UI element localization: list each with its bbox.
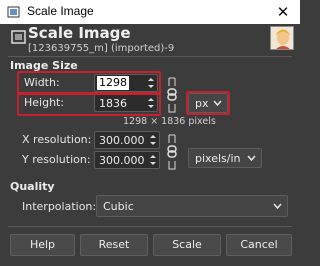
- close-icon[interactable]: ✕: [266, 0, 300, 24]
- cancel-button[interactable]: Cancel: [226, 234, 292, 256]
- quality-heading: Quality: [10, 180, 55, 193]
- x-resolution-input[interactable]: 300.000: [94, 131, 160, 149]
- interpolation-select[interactable]: Cubic: [96, 195, 288, 217]
- gimp-icon: [7, 6, 20, 18]
- header-divider: [8, 56, 292, 57]
- spinner-arrows-icon[interactable]: [149, 133, 157, 147]
- resolution-unit-value: pixels/in: [195, 152, 241, 165]
- resolution-chain-link-icon[interactable]: [166, 133, 178, 171]
- resolution-unit-select[interactable]: pixels/in: [188, 148, 262, 168]
- spinner-arrows-icon[interactable]: [149, 153, 157, 167]
- y-resolution-label: Y resolution:: [22, 153, 91, 166]
- title-bar: Scale Image ✕: [0, 0, 300, 24]
- pixel-dimensions: 1298 × 1836 pixels: [123, 116, 216, 127]
- x-resolution-value: 300.000: [99, 134, 145, 147]
- chain-link-icon[interactable]: [166, 76, 178, 114]
- image-name: [123639755_m] (imported)-9: [28, 43, 175, 54]
- chevron-down-icon: [247, 155, 256, 161]
- unit-highlight: [186, 91, 230, 115]
- y-resolution-value: 300.000: [99, 154, 145, 167]
- image-thumbnail: [270, 26, 294, 50]
- dialog-heading: Scale Image: [28, 24, 131, 42]
- interpolation-label: Interpolation:: [22, 200, 97, 213]
- chevron-down-icon: [273, 203, 282, 209]
- interpolation-value: Cubic: [103, 200, 134, 213]
- help-button[interactable]: Help: [10, 234, 75, 256]
- height-highlight: [17, 92, 161, 116]
- thumbnail-picture-icon: [271, 27, 293, 49]
- scale-button[interactable]: Scale: [153, 234, 221, 256]
- y-resolution-input[interactable]: 300.000: [94, 151, 160, 169]
- window-title: Scale Image: [27, 4, 94, 18]
- buttons-divider: [8, 226, 292, 227]
- x-resolution-label: X resolution:: [22, 133, 92, 146]
- scale-image-icon: [11, 30, 26, 44]
- reset-button[interactable]: Reset: [80, 234, 148, 256]
